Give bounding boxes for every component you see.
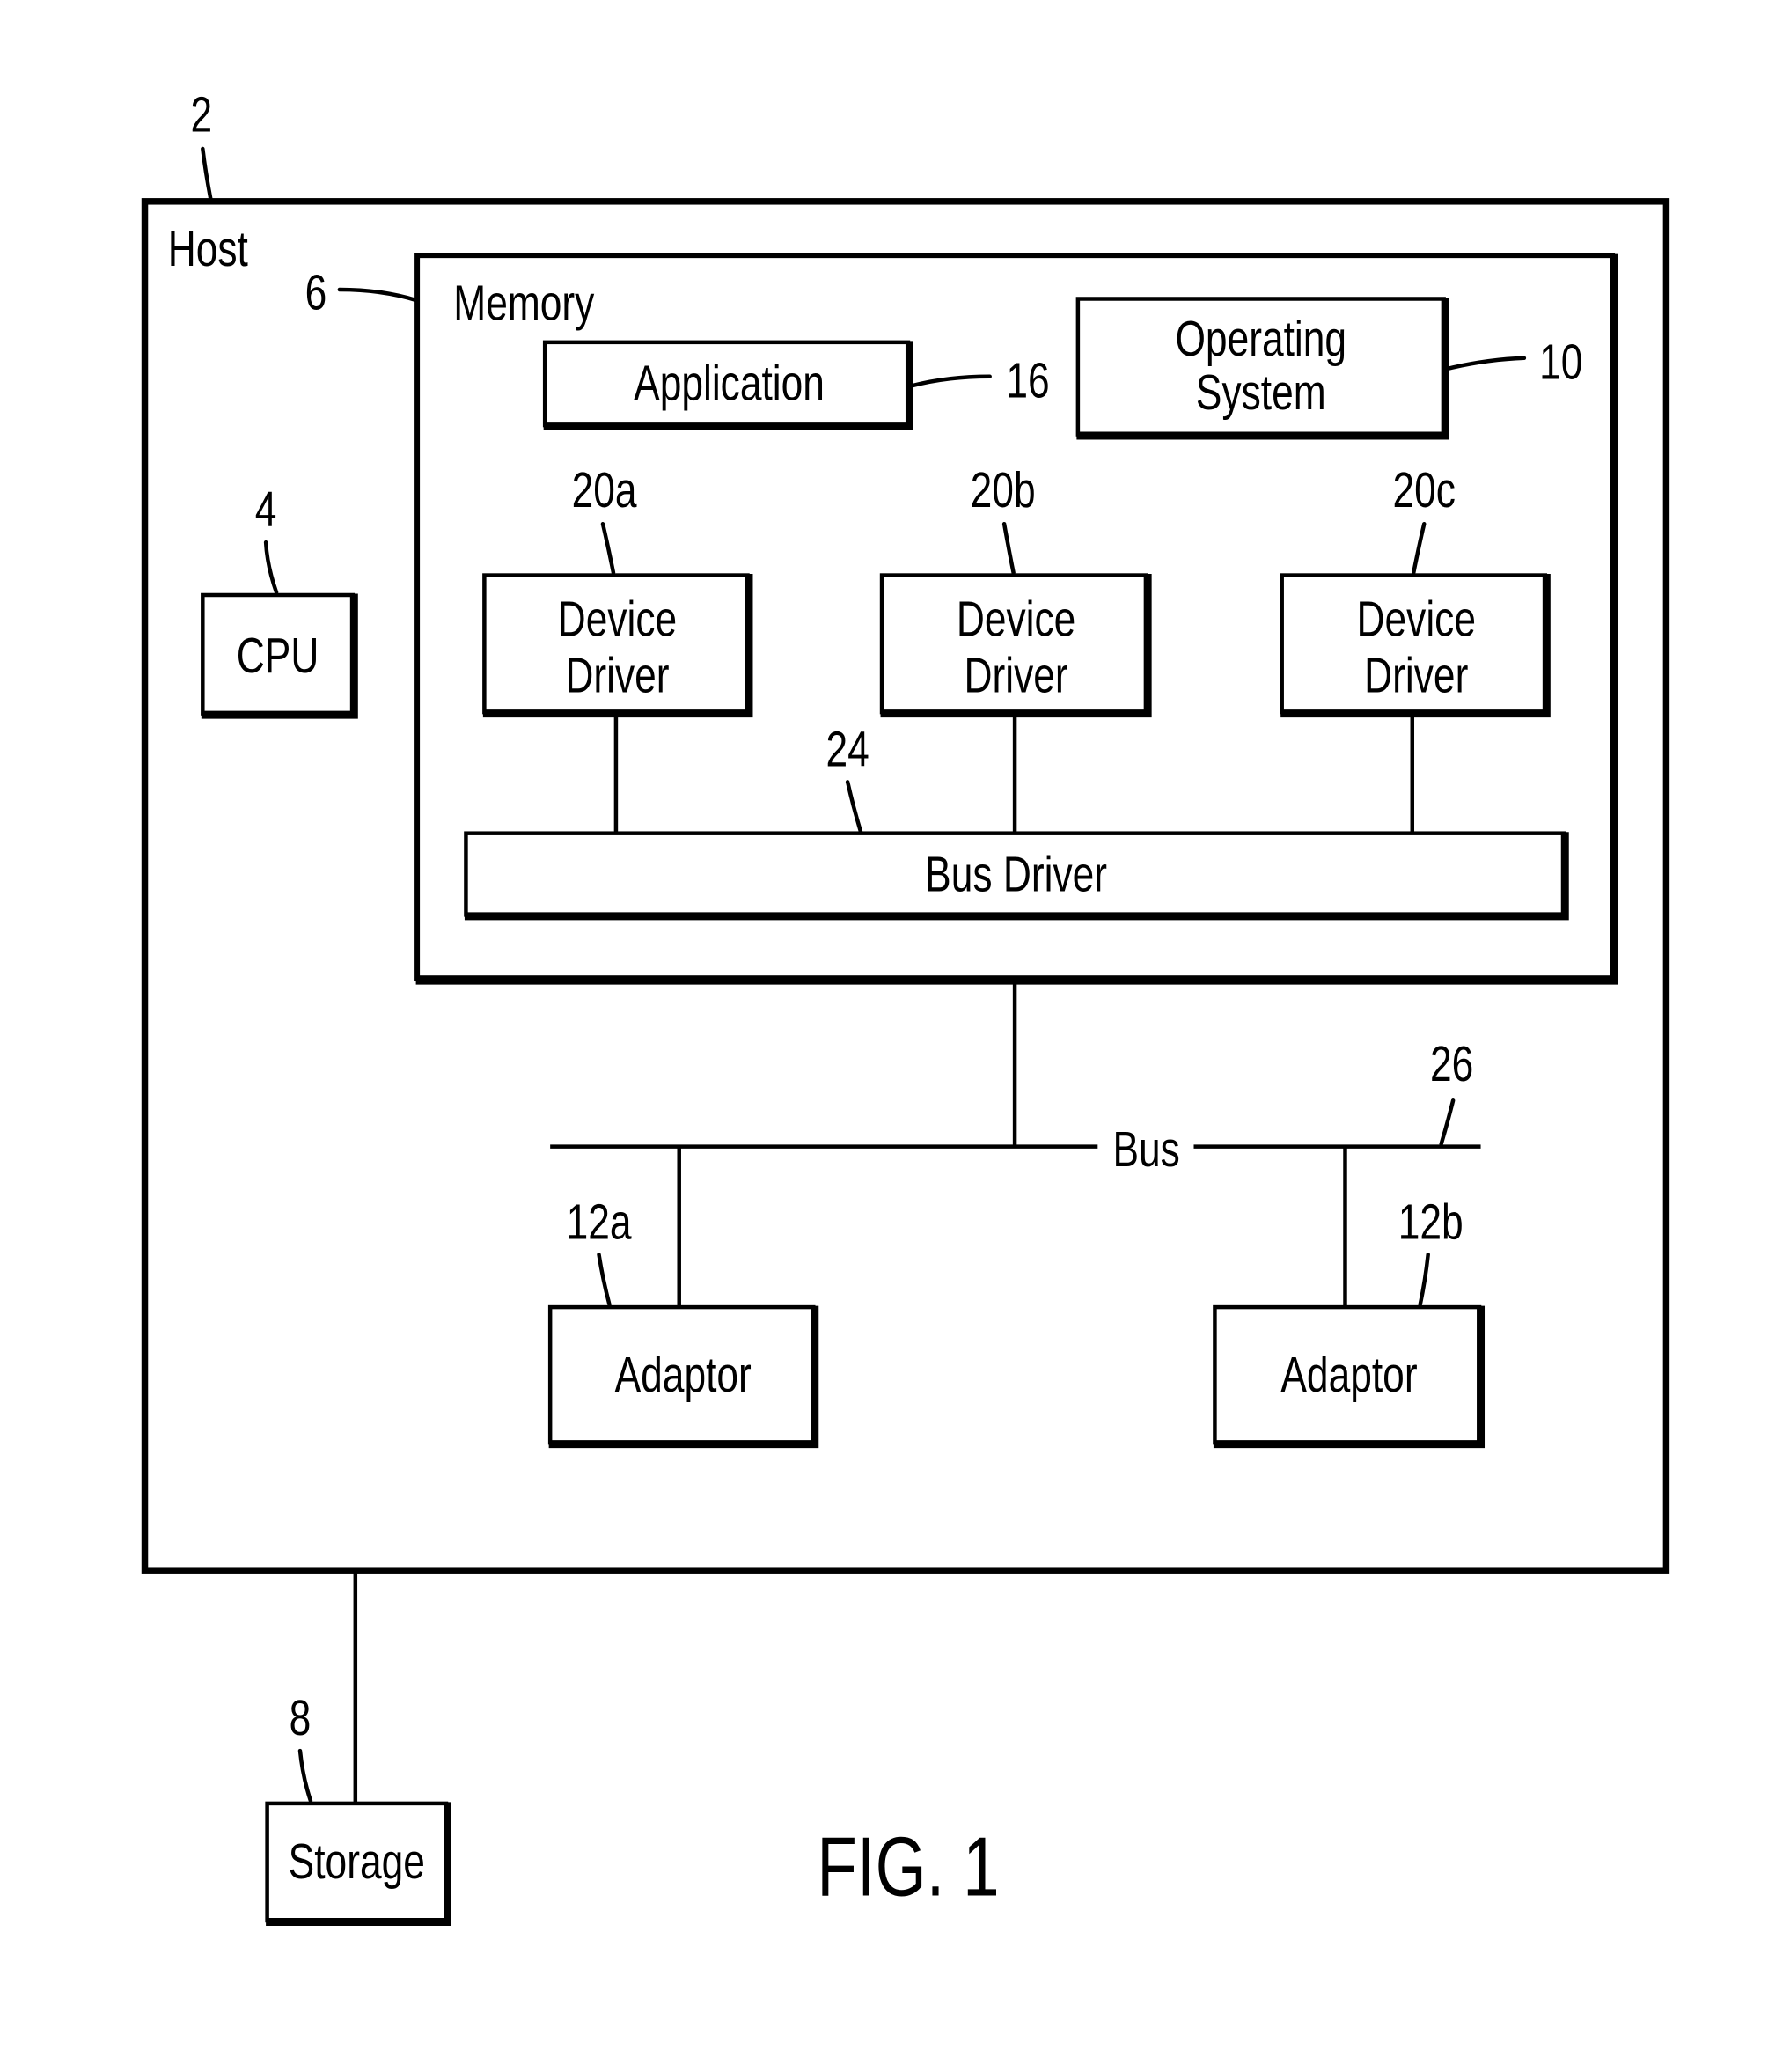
- device-driver-20a-label-line2: Driver: [565, 647, 669, 703]
- cpu-label: CPU: [237, 628, 319, 684]
- device-driver-20c-ref: 20c: [1392, 461, 1455, 518]
- operating-system-ref: 10: [1539, 334, 1582, 390]
- device-driver-20c-label-line2: Driver: [1364, 647, 1468, 703]
- device-driver-20c-label-line1: Device: [1357, 591, 1476, 647]
- figure-caption: FIG. 1: [817, 1820, 999, 1914]
- application-ref: 16: [1006, 352, 1049, 408]
- device-driver-20b-ref: 20b: [971, 461, 1036, 518]
- bus-driver-ref: 24: [826, 721, 869, 777]
- memory-ref: 6: [305, 264, 327, 320]
- storage-label: Storage: [289, 1833, 425, 1890]
- device-driver-20a-ref: 20a: [572, 461, 638, 518]
- adaptor-12b-ref: 12b: [1398, 1194, 1464, 1250]
- storage-ref-leader: [297, 1748, 313, 1804]
- memory-label: Memory: [453, 275, 595, 331]
- application-label: Application: [634, 355, 825, 411]
- bus-label: Bus: [1112, 1121, 1179, 1178]
- operating-system-label-line1: Operating: [1175, 311, 1346, 367]
- device-driver-20a-label-line1: Device: [558, 591, 677, 647]
- adaptor-12a-label: Adaptor: [615, 1347, 752, 1403]
- cpu-ref: 4: [255, 481, 277, 538]
- host-ref: 2: [190, 86, 212, 143]
- adaptor-12b-label: Adaptor: [1280, 1347, 1417, 1403]
- host-ref-leader: [201, 146, 213, 202]
- host-label: Host: [168, 221, 248, 277]
- storage-ref: 8: [290, 1690, 312, 1746]
- system-block-diagram: Host 2 CPU 4 Memory 6 Application 16 Ope…: [141, 86, 1670, 1926]
- device-driver-20b-label-line2: Driver: [965, 647, 1068, 703]
- bus-driver-label: Bus Driver: [925, 846, 1107, 902]
- operating-system-label-line2: System: [1196, 364, 1326, 421]
- adaptor-12a-ref: 12a: [567, 1194, 633, 1250]
- device-driver-20b-label-line1: Device: [957, 591, 1075, 647]
- bus-ref: 26: [1430, 1036, 1473, 1092]
